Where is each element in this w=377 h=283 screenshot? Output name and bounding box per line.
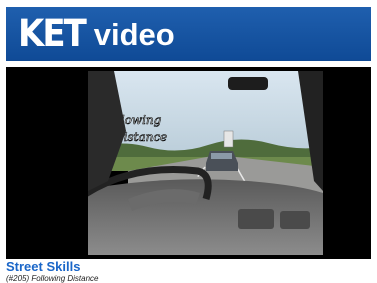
site-header: KET video bbox=[6, 7, 371, 61]
truck bbox=[223, 130, 234, 148]
air-vent bbox=[238, 209, 274, 229]
car-window bbox=[211, 153, 232, 159]
video-player[interactable]: Following Distance bbox=[6, 67, 371, 259]
rearview-mirror bbox=[228, 77, 268, 90]
program-title-link[interactable]: Street Skills bbox=[6, 260, 80, 273]
header-title: video bbox=[93, 16, 175, 52]
ket-logo: KET bbox=[18, 11, 87, 56]
video-frame[interactable]: Following Distance bbox=[88, 71, 323, 255]
air-vent-right bbox=[280, 211, 310, 229]
